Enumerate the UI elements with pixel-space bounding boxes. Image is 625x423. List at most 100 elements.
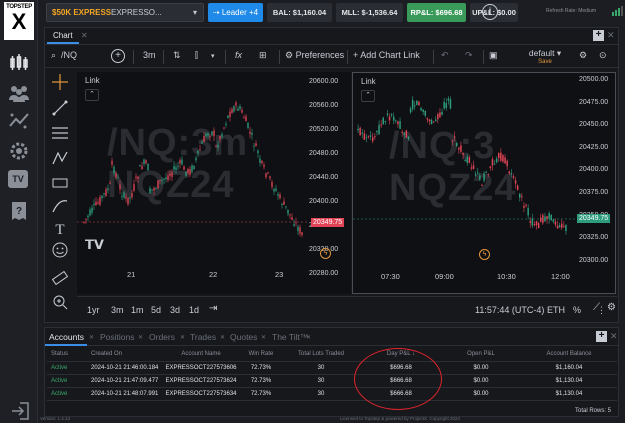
chart-right[interactable]: Link ⌃ /NQ:3 NQZ24 20500.00 20475.00 20450… <box>352 72 616 294</box>
range-1d[interactable]: 1d <box>189 305 199 315</box>
range-1m[interactable]: 1m <box>131 305 144 315</box>
help-icon[interactable]: ? <box>8 200 30 222</box>
crosshair-icon[interactable] <box>51 73 69 91</box>
time-tick-label: 10:30 <box>497 272 516 281</box>
candle-body <box>432 121 435 123</box>
logout-icon[interactable] <box>10 400 32 422</box>
tab-positions[interactable]: Positions <box>100 332 135 342</box>
layout-chevron-icon: ▾ <box>556 48 562 58</box>
snapshot-icon[interactable]: ⊙ <box>599 50 607 61</box>
table-row[interactable]: Active 2024-10-21 21:46:00.184 EXPRESSOCT2… <box>47 361 617 375</box>
rpl-badge: RP&L: $696.68 <box>407 3 466 22</box>
layout-grid-icon[interactable]: ▣ <box>489 50 498 61</box>
zoom-in-icon[interactable] <box>51 293 69 311</box>
layout-selector[interactable]: default ▾ Save <box>515 48 575 65</box>
redo-icon[interactable]: ↷ <box>465 50 473 61</box>
search-icon[interactable]: ⌕ <box>51 50 56 61</box>
candle-body <box>445 103 447 108</box>
candle-body <box>435 119 437 122</box>
candle-body <box>183 166 185 170</box>
chart-left[interactable]: Link ⌃ /NQ:3m NQZ24 20600.00 20560.00 2052… <box>77 72 351 294</box>
text-tool-icon[interactable]: T <box>51 219 69 238</box>
emoji-icon[interactable] <box>51 241 69 259</box>
ruler-icon[interactable] <box>51 269 69 287</box>
close-icon[interactable]: ✕ <box>261 334 266 341</box>
chart-type-chevron-icon[interactable]: ▾ <box>211 52 215 60</box>
leader-button[interactable]: ⇢ Leader +4 <box>208 3 263 22</box>
close-icon[interactable]: ✕ <box>138 334 143 341</box>
range-3d[interactable]: 3d <box>170 305 180 315</box>
clock-label[interactable]: 11:57:44 (UTC-4) <box>475 305 544 315</box>
candle-body <box>115 173 117 178</box>
fib-lines-icon[interactable] <box>51 124 69 142</box>
table-row[interactable]: Active 2024-10-21 21:47:09.477 EXPRESSOCT2… <box>47 374 617 388</box>
close-icon[interactable]: ✕ <box>306 334 311 341</box>
col-total-lots[interactable]: Total Lots Traded <box>281 348 361 362</box>
col-account-name[interactable]: Account Name <box>161 348 241 362</box>
undo-icon[interactable]: ↶ <box>441 50 449 61</box>
measure-icon[interactable] <box>51 174 69 192</box>
tab-trades[interactable]: Trades <box>190 332 216 342</box>
symbol-input[interactable]: /NQ <box>61 50 77 60</box>
table-row[interactable]: Active 2024-10-21 21:48:07.991 EXPRESSOCT2… <box>47 387 617 401</box>
settings-icon[interactable] <box>8 140 30 162</box>
session-toggle[interactable]: ETH <box>547 305 565 315</box>
tab-quotes[interactable]: Quotes <box>230 332 257 342</box>
col-status[interactable]: Status <box>47 348 81 362</box>
candle-body <box>525 204 527 206</box>
trendline-icon[interactable] <box>51 99 69 117</box>
candle-body <box>265 173 267 178</box>
chart-settings-icon[interactable]: ⚙ <box>579 50 587 61</box>
range-1yr[interactable]: 1yr <box>87 305 100 315</box>
lightning-icon[interactable]: ϟ <box>479 249 490 260</box>
tab-orders[interactable]: Orders <box>149 332 175 342</box>
percent-toggle[interactable]: % <box>573 305 581 315</box>
compare-add-icon[interactable]: + <box>111 49 125 63</box>
close-icon[interactable]: ✕ <box>89 334 94 341</box>
draw-line-icon[interactable]: ⟋ <box>593 302 600 313</box>
add-tab-icon[interactable]: + <box>593 30 604 41</box>
col-created-on[interactable]: Created On <box>81 348 161 362</box>
lightning-icon[interactable]: ϟ <box>320 248 331 259</box>
tab-accounts[interactable]: Accounts <box>49 332 84 342</box>
pattern-icon[interactable] <box>51 149 69 167</box>
close-icon[interactable]: ✕ <box>180 334 185 341</box>
col-open-pnl[interactable]: Open P&L <box>441 348 521 362</box>
add-tab-icon[interactable]: + <box>596 331 607 342</box>
trading-chart-icon[interactable] <box>8 52 30 74</box>
accounts-tab-row: Accounts ✕ Positions ✕ Orders ✕ Trades ✕… <box>45 328 618 346</box>
interval-button[interactable]: 3m <box>143 50 156 60</box>
tab-the-tilt[interactable]: The Tilt™ <box>272 332 308 342</box>
date-range-icon[interactable]: ⇥ <box>209 303 217 314</box>
add-chart-link-button[interactable]: + Add Chart Link <box>353 50 420 60</box>
topstep-logo[interactable]: TOPSTEP X <box>4 2 34 40</box>
account-selector[interactable]: $50K EXPRESS EXPRESSO... ▾ <box>46 3 204 22</box>
candles-icon[interactable]: ⫿ <box>195 50 198 61</box>
templates-icon[interactable]: ⊞ <box>259 50 267 61</box>
range-3m[interactable]: 3m <box>111 305 124 315</box>
candle-body <box>439 112 441 118</box>
info-icon[interactable]: i <box>482 4 498 20</box>
col-account-balance[interactable]: Account Balance <box>521 348 617 362</box>
range-5d[interactable]: 5d <box>151 305 161 315</box>
close-panel-icon[interactable]: ✕ <box>607 30 615 41</box>
close-icon[interactable]: ✕ <box>81 31 88 40</box>
community-icon[interactable] <box>8 82 30 104</box>
close-icon[interactable]: ✕ <box>220 334 225 341</box>
account-tag: $50K EXPRESS <box>52 8 112 17</box>
col-win-rate[interactable]: Win Rate <box>241 348 281 362</box>
signal-bars-icon <box>612 6 624 18</box>
chart-settings-icon[interactable]: ⚙ <box>607 302 616 313</box>
indicators-icon[interactable]: fx <box>235 50 242 60</box>
tradingview-icon[interactable]: TV <box>8 170 30 192</box>
tab-chart[interactable]: Chart <box>47 28 79 44</box>
preferences-button[interactable]: ⚙ Preferences <box>285 50 344 61</box>
brush-icon[interactable] <box>51 197 69 215</box>
candle-body <box>241 109 243 113</box>
performance-icon[interactable] <box>8 110 30 132</box>
mll-badge: MLL: $-1,536.64 <box>336 3 403 22</box>
candle-body <box>261 160 263 164</box>
bar-style-icon[interactable]: ⇅ <box>173 50 181 61</box>
close-panel-icon[interactable]: ✕ <box>610 331 618 342</box>
candle-body <box>447 98 450 101</box>
